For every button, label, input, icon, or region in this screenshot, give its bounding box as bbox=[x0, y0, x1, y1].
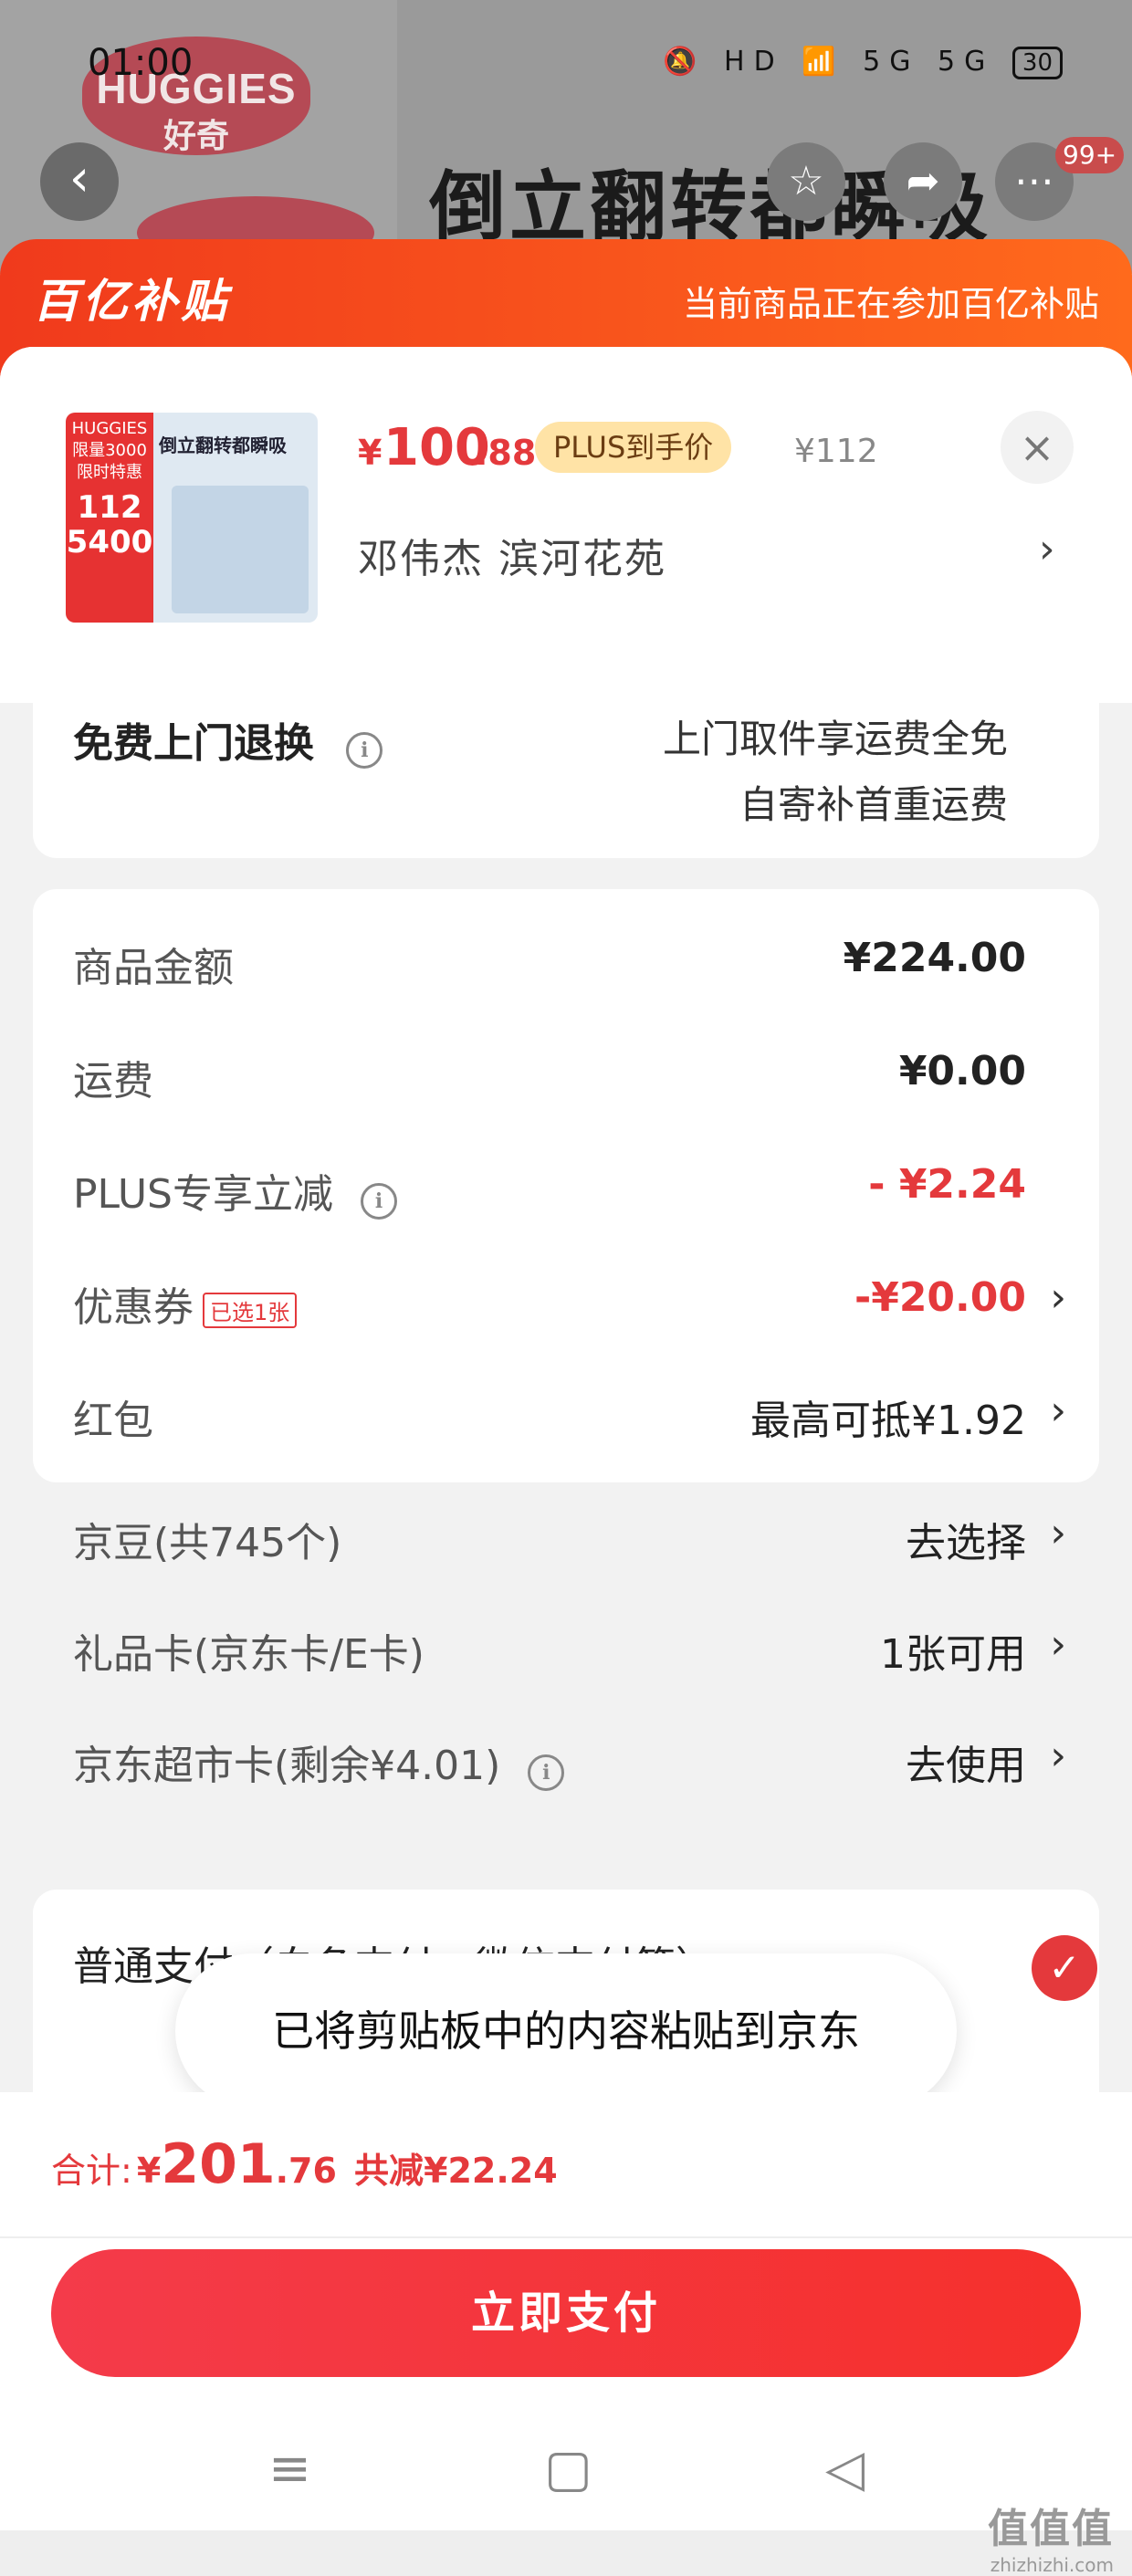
checkout-footer: 合计: ¥201.76 共减¥22.24 立即支付 ≡ ▢ ◁ 值值值 zhiz… bbox=[0, 2092, 1132, 2576]
thumb-price: 112 bbox=[77, 489, 142, 526]
star-icon: ☆ bbox=[788, 158, 824, 204]
menu-icon[interactable]: ≡ bbox=[268, 2439, 311, 2498]
subsidy-note: 当前商品正在参加百亿补贴 bbox=[682, 284, 1099, 324]
return-detail-1: 上门取件享运费全免 bbox=[662, 717, 1008, 761]
summary-value: 去选择 bbox=[906, 1520, 1026, 1566]
close-icon: × bbox=[1019, 423, 1055, 472]
home-icon[interactable]: ▢ bbox=[544, 2439, 592, 2498]
info-icon[interactable]: i bbox=[361, 1183, 397, 1220]
pay-now-button[interactable]: 立即支付 bbox=[51, 2249, 1081, 2377]
chevron-right-icon: › bbox=[1050, 1621, 1066, 1668]
original-price: ¥112 bbox=[794, 433, 878, 470]
summary-label: 商品金额 bbox=[73, 945, 234, 991]
chevron-right-icon: › bbox=[1050, 1274, 1066, 1321]
price-summary-card: 商品金额 ¥224.00 运费 ¥0.00 PLUS专享立减 i - ¥2.24… bbox=[33, 889, 1099, 1482]
summary-value: 去使用 bbox=[906, 1743, 1026, 1789]
plus-price-tag: PLUS到手价 bbox=[535, 422, 732, 473]
watermark-name: 值值值 bbox=[988, 2506, 1114, 2552]
price-currency: ¥ bbox=[358, 433, 383, 473]
back-button[interactable]: ‹ bbox=[40, 142, 119, 221]
status-icons: 🔕 HD 📶 5G 5G 30 bbox=[663, 46, 1063, 79]
summary-value: ¥0.00 bbox=[898, 1048, 1026, 1094]
total-currency: ¥ bbox=[136, 2151, 162, 2191]
thumb-title: 倒立翻转都瞬吸 bbox=[159, 435, 287, 456]
total-savings: 共减¥22.24 bbox=[354, 2151, 558, 2191]
thumb-limit: 限量3000 bbox=[72, 441, 147, 460]
favorite-button[interactable]: ☆ bbox=[767, 142, 845, 221]
info-icon[interactable]: i bbox=[346, 732, 383, 769]
cart-badge: 99+ bbox=[1055, 137, 1125, 173]
info-icon[interactable]: i bbox=[528, 1754, 565, 1791]
summary-row-supermarket-card[interactable]: 京东超市卡(剩余¥4.01) i 去使用 › bbox=[73, 1727, 1099, 1791]
brand-logo-cn: 好奇 bbox=[162, 117, 229, 154]
return-title-text: 免费上门退换 bbox=[73, 720, 314, 767]
signal-icons: 🔕 HD 📶 5G 5G bbox=[663, 46, 995, 78]
chevron-right-icon: › bbox=[1050, 1510, 1066, 1556]
checkmark-icon[interactable]: ✓ bbox=[1032, 1935, 1097, 2001]
summary-row-gift-card[interactable]: 礼品卡(京东卡/E卡) 1张可用 › bbox=[73, 1616, 1099, 1680]
summary-row-coupon[interactable]: 优惠券 已选1张 -¥20.00 › bbox=[73, 1269, 1099, 1333]
status-time: 01:00 bbox=[88, 42, 194, 84]
footer-divider bbox=[0, 2236, 1132, 2238]
summary-label-text: PLUS专享立减 bbox=[73, 1171, 333, 1218]
summary-value: 1张可用 bbox=[880, 1631, 1026, 1678]
summary-label-text: 优惠券 bbox=[73, 1284, 194, 1331]
close-button[interactable]: × bbox=[1001, 411, 1074, 484]
chevron-right-icon: › bbox=[1050, 1733, 1066, 1779]
clipboard-toast: 已将剪贴板中的内容粘贴到京东 bbox=[175, 1953, 957, 2109]
delivery-address[interactable]: 邓伟杰 滨河花苑 bbox=[358, 526, 666, 584]
product-summary: HUGGIES 限量3000 限时特惠 112 5400 倒立翻转都瞬吸 ¥ 1… bbox=[0, 347, 1132, 703]
share-button[interactable]: ➦ bbox=[884, 142, 962, 221]
price-summary-card-continued: 京豆(共745个) 去选择 › 礼品卡(京东卡/E卡) 1张可用 › 京东超市卡… bbox=[33, 1397, 1099, 1791]
total-decimal: .76 bbox=[275, 2151, 337, 2191]
thumb-product-box bbox=[172, 486, 309, 613]
status-bar: 01:00 🔕 HD 📶 5G 5G 30 bbox=[0, 37, 1132, 91]
summary-label: 运费 bbox=[73, 1058, 153, 1105]
summary-value: ¥224.00 bbox=[843, 935, 1026, 981]
summary-label-text: 京东超市卡(剩余¥4.01) bbox=[73, 1743, 501, 1789]
summary-label: PLUS专享立减 i bbox=[73, 1161, 397, 1220]
return-service-card: 免费上门退换 i 上门取件享运费全免 自寄补首重运费 bbox=[33, 703, 1099, 858]
summary-label: 优惠券 已选1张 bbox=[73, 1274, 298, 1333]
summary-value: - ¥2.24 bbox=[868, 1161, 1026, 1208]
watermark-url: zhizhizhi.com bbox=[990, 2554, 1114, 2576]
total-integer: 201 bbox=[161, 2132, 276, 2196]
summary-label: 京东超市卡(剩余¥4.01) i bbox=[73, 1733, 565, 1791]
subsidy-logo: 百亿补贴 bbox=[33, 275, 230, 328]
chevron-right-icon[interactable]: › bbox=[1039, 526, 1055, 572]
total-label: 合计: bbox=[51, 2151, 132, 2191]
summary-value: -¥20.00 bbox=[854, 1274, 1026, 1321]
thumb-brand: HUGGIES bbox=[71, 419, 148, 438]
summary-row-plus-discount: PLUS专享立减 i - ¥2.24 bbox=[73, 1156, 1099, 1220]
order-total: 合计: ¥201.76 共减¥22.24 bbox=[51, 2132, 558, 2196]
summary-row-goods-amount: 商品金额 ¥224.00 bbox=[73, 929, 1099, 993]
thumb-promo-strip: HUGGIES 限量3000 限时特惠 112 5400 bbox=[66, 413, 153, 623]
summary-label: 礼品卡(京东卡/E卡) bbox=[73, 1631, 424, 1678]
battery-icon: 30 bbox=[1011, 47, 1063, 79]
summary-label: 京豆(共745个) bbox=[73, 1520, 342, 1566]
checkout-sheet: HUGGIES 限量3000 限时特惠 112 5400 倒立翻转都瞬吸 ¥ 1… bbox=[0, 347, 1132, 2100]
share-icon: ➦ bbox=[906, 158, 940, 204]
summary-row-shipping: 运费 ¥0.00 bbox=[73, 1042, 1099, 1106]
product-thumbnail[interactable]: HUGGIES 限量3000 限时特惠 112 5400 倒立翻转都瞬吸 bbox=[66, 413, 318, 623]
summary-row-jd-beans[interactable]: 京豆(共745个) 去选择 › bbox=[73, 1504, 1099, 1568]
coupon-selected-tag: 已选1张 bbox=[203, 1292, 298, 1328]
return-service-title: 免费上门退换 i bbox=[73, 710, 383, 769]
back-icon[interactable]: ◁ bbox=[825, 2439, 865, 2498]
more-icon: ⋯ bbox=[1014, 158, 1054, 204]
return-detail-2: 自寄补首重运费 bbox=[739, 782, 1008, 827]
watermark: 值值值 zhizhizhi.com bbox=[988, 2496, 1114, 2576]
price-decimal: .88 bbox=[475, 433, 537, 473]
thumb-flash: 限时特惠 bbox=[77, 463, 142, 482]
thumb-bottom: 5400 bbox=[66, 524, 153, 560]
